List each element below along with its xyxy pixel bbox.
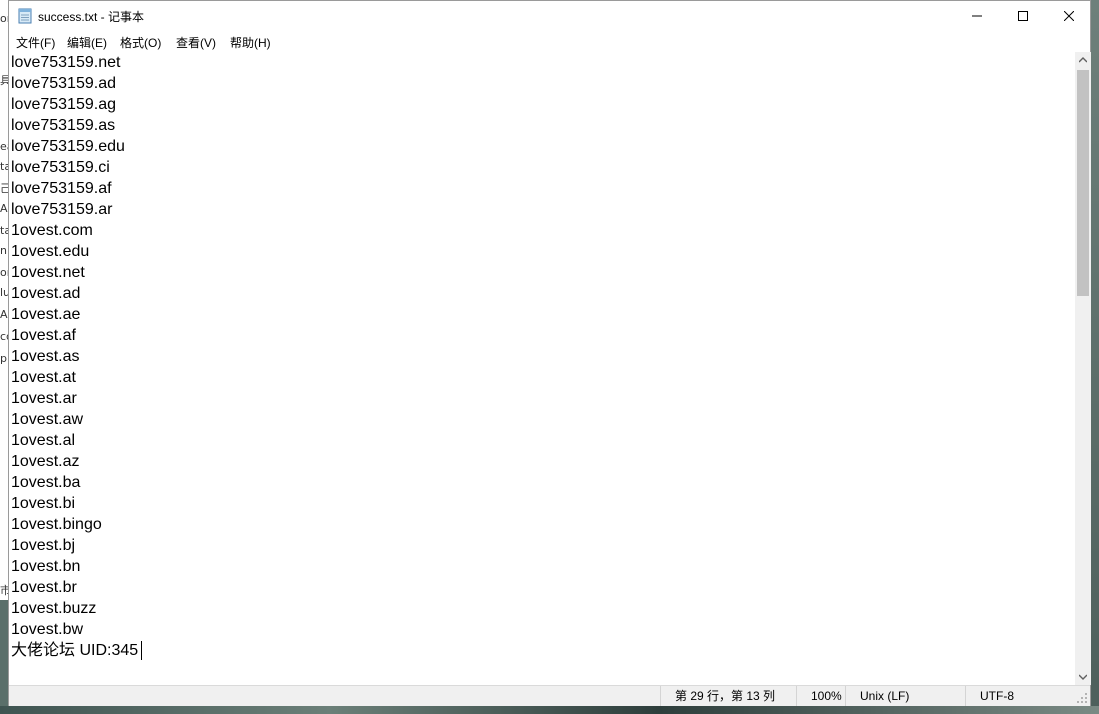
- text-line: love753159.ar: [11, 201, 113, 218]
- text-line: 1ovest.br: [11, 579, 77, 596]
- title-bar[interactable]: success.txt - 记事本: [9, 1, 1090, 32]
- text-line: 1ovest.as: [11, 348, 80, 365]
- minimize-icon: [972, 15, 982, 17]
- text-line: love753159.ci: [11, 159, 110, 176]
- text-line: love753159.ad: [11, 75, 116, 92]
- menu-edit[interactable]: 编辑(E): [67, 34, 107, 51]
- text-line: love753159.ag: [11, 96, 116, 113]
- cursor-position: 第 29 行，第 13 列: [660, 686, 798, 706]
- menu-format[interactable]: 格式(O): [120, 34, 161, 51]
- scroll-down-button[interactable]: [1075, 669, 1091, 685]
- text-line: 1ovest.bj: [11, 537, 76, 554]
- text-line: love753159.as: [11, 117, 116, 134]
- text-line: 1ovest.at: [11, 369, 76, 386]
- text-line: 1ovest.ba: [11, 474, 81, 491]
- menu-view[interactable]: 查看(V): [176, 34, 216, 51]
- text-line: 1ovest.ar: [11, 390, 77, 407]
- text-line: 1ovest.edu: [11, 243, 90, 260]
- maximize-icon: [1018, 11, 1028, 21]
- text-line: 大佬论坛 UID:345: [11, 642, 139, 659]
- text-line: 1ovest.bw: [11, 621, 84, 638]
- text-line: 1ovest.bi: [11, 495, 76, 512]
- vertical-scrollbar[interactable]: [1075, 52, 1091, 685]
- text-line: 1ovest.bn: [11, 558, 81, 575]
- line-ending: Unix (LF): [845, 686, 965, 706]
- menu-bar: 文件(F) 编辑(E) 格式(O) 查看(V) 帮助(H): [9, 32, 1090, 51]
- desktop-background: [0, 706, 1099, 714]
- scroll-up-button[interactable]: [1075, 52, 1091, 68]
- text-line: 1ovest.com: [11, 222, 93, 239]
- close-icon: [1064, 11, 1074, 21]
- resize-grip-icon[interactable]: [1076, 692, 1088, 704]
- text-line: love753159.net: [11, 54, 121, 71]
- menu-file[interactable]: 文件(F): [16, 34, 55, 51]
- text-line: 1ovest.ad: [11, 285, 81, 302]
- text-line: love753159.af: [11, 180, 112, 197]
- desktop-background: [1091, 0, 1099, 714]
- text-caret: [141, 641, 142, 660]
- minimize-button[interactable]: [954, 1, 1000, 31]
- scroll-up-icon: [1079, 57, 1087, 63]
- notepad-icon: [18, 8, 32, 24]
- close-button[interactable]: [1046, 1, 1092, 31]
- notepad-window: success.txt - 记事本 文件(F) 编辑(E) 格式(O) 查看(V…: [8, 0, 1091, 706]
- window-title: success.txt - 记事本: [38, 10, 145, 24]
- text-line: 1ovest.bingo: [11, 516, 102, 533]
- text-line: 1ovest.net: [11, 264, 85, 281]
- text-line: love753159.edu: [11, 138, 125, 155]
- encoding: UTF-8: [965, 686, 1075, 706]
- text-line: 1ovest.buzz: [11, 600, 97, 617]
- text-line: 1ovest.az: [11, 453, 80, 470]
- scroll-down-icon: [1079, 674, 1087, 680]
- text-line: 1ovest.aw: [11, 411, 84, 428]
- text-line: 1ovest.al: [11, 432, 76, 449]
- menu-help[interactable]: 帮助(H): [230, 34, 271, 51]
- text-editor[interactable]: love753159.net love753159.ad love753159.…: [9, 52, 1075, 685]
- scroll-thumb[interactable]: [1077, 70, 1089, 296]
- text-line: 1ovest.af: [11, 327, 76, 344]
- status-bar: 第 29 行，第 13 列 100% Unix (LF) UTF-8: [9, 685, 1090, 706]
- text-line: 1ovest.ae: [11, 306, 81, 323]
- maximize-button[interactable]: [1000, 1, 1046, 31]
- zoom-level: 100%: [796, 686, 846, 706]
